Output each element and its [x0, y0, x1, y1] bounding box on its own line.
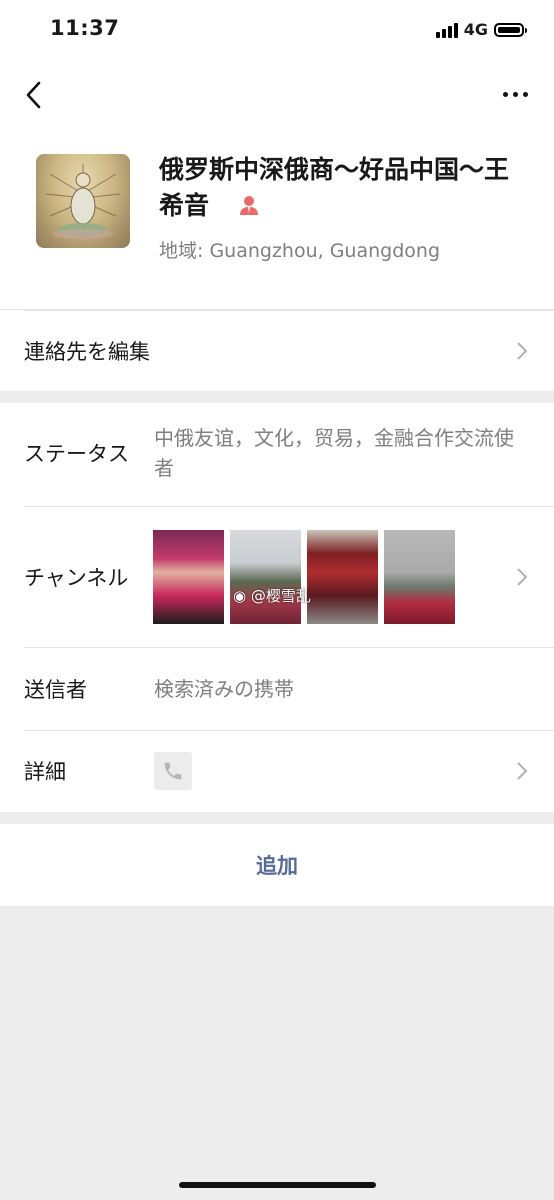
edit-contact-label: 連絡先を編集 — [24, 339, 150, 364]
channel-thumbnail — [230, 529, 301, 624]
profile-header: 俄罗斯中深俄商〜好品中国〜王希音 地域: Guangzhou, Guangdon… — [0, 130, 554, 309]
signal-icon — [435, 22, 458, 38]
status-bar: 11:37 4G — [0, 0, 554, 60]
channel-thumbnail — [384, 529, 455, 624]
channel-thumbnails: ◉ @樱雪乱 — [153, 529, 455, 624]
chevron-right-icon — [517, 341, 528, 360]
sender-value: 検索済みの携帯 — [154, 676, 294, 701]
phone-icon — [164, 762, 182, 780]
add-contact-button[interactable]: 追加 — [0, 824, 554, 906]
section-separator — [0, 391, 554, 403]
header-area: 11:37 4G 俄罗斯中深俄商〜好品中国〜王希音 地域: Guangzhou,… — [0, 0, 554, 309]
person-icon — [239, 196, 258, 215]
contact-region: 地域: Guangzhou, Guangdong — [159, 240, 441, 262]
status-value: 中俄友谊，文化，贸易，金融合作交流使者 — [154, 426, 514, 480]
network-type: 4G — [463, 20, 488, 39]
weibo-icon: ◉ — [233, 586, 247, 605]
home-indicator[interactable] — [179, 1182, 376, 1188]
sender-row: 送信者 検索済みの携帯 — [0, 647, 554, 730]
edit-contact-row[interactable]: 連絡先を編集 — [0, 309, 554, 391]
chevron-right-icon — [517, 567, 528, 586]
status-time: 11:37 — [50, 16, 120, 40]
section-separator — [0, 812, 554, 824]
status-label: ステータス — [24, 442, 129, 466]
channel-row[interactable]: チャンネル ◉ @樱雪乱 — [0, 506, 554, 647]
back-button[interactable] — [22, 80, 52, 110]
status-row: ステータス 中俄友谊，文化，贸易，金融合作交流使者 — [0, 403, 554, 506]
avatar[interactable] — [36, 154, 130, 248]
phone-icon-box — [154, 752, 192, 790]
sender-label: 送信者 — [24, 677, 87, 702]
image-watermark: ◉ @樱雪乱 — [233, 585, 311, 606]
profile-info: 俄罗斯中深俄商〜好品中国〜王希音 地域: Guangzhou, Guangdon… — [159, 140, 529, 263]
watermark-text: @樱雪乱 — [250, 586, 311, 605]
channel-thumbnail — [307, 529, 378, 624]
channel-label: チャンネル — [24, 565, 129, 590]
detail-row[interactable]: 詳細 — [0, 730, 554, 812]
more-icon — [503, 92, 508, 97]
back-arrow-icon — [26, 81, 41, 109]
battery-icon — [494, 22, 527, 37]
detail-label: 詳細 — [24, 760, 66, 784]
channel-thumbnail — [153, 529, 224, 624]
contact-name: 俄罗斯中深俄商〜好品中国〜王希音 — [159, 152, 529, 224]
status-indicators: 4G — [435, 20, 527, 39]
nav-bar — [0, 60, 554, 130]
more-button[interactable] — [503, 84, 528, 105]
contact-name-text: 俄罗斯中深俄商〜好品中国〜王希音 — [159, 155, 510, 220]
chevron-right-icon — [517, 762, 528, 780]
